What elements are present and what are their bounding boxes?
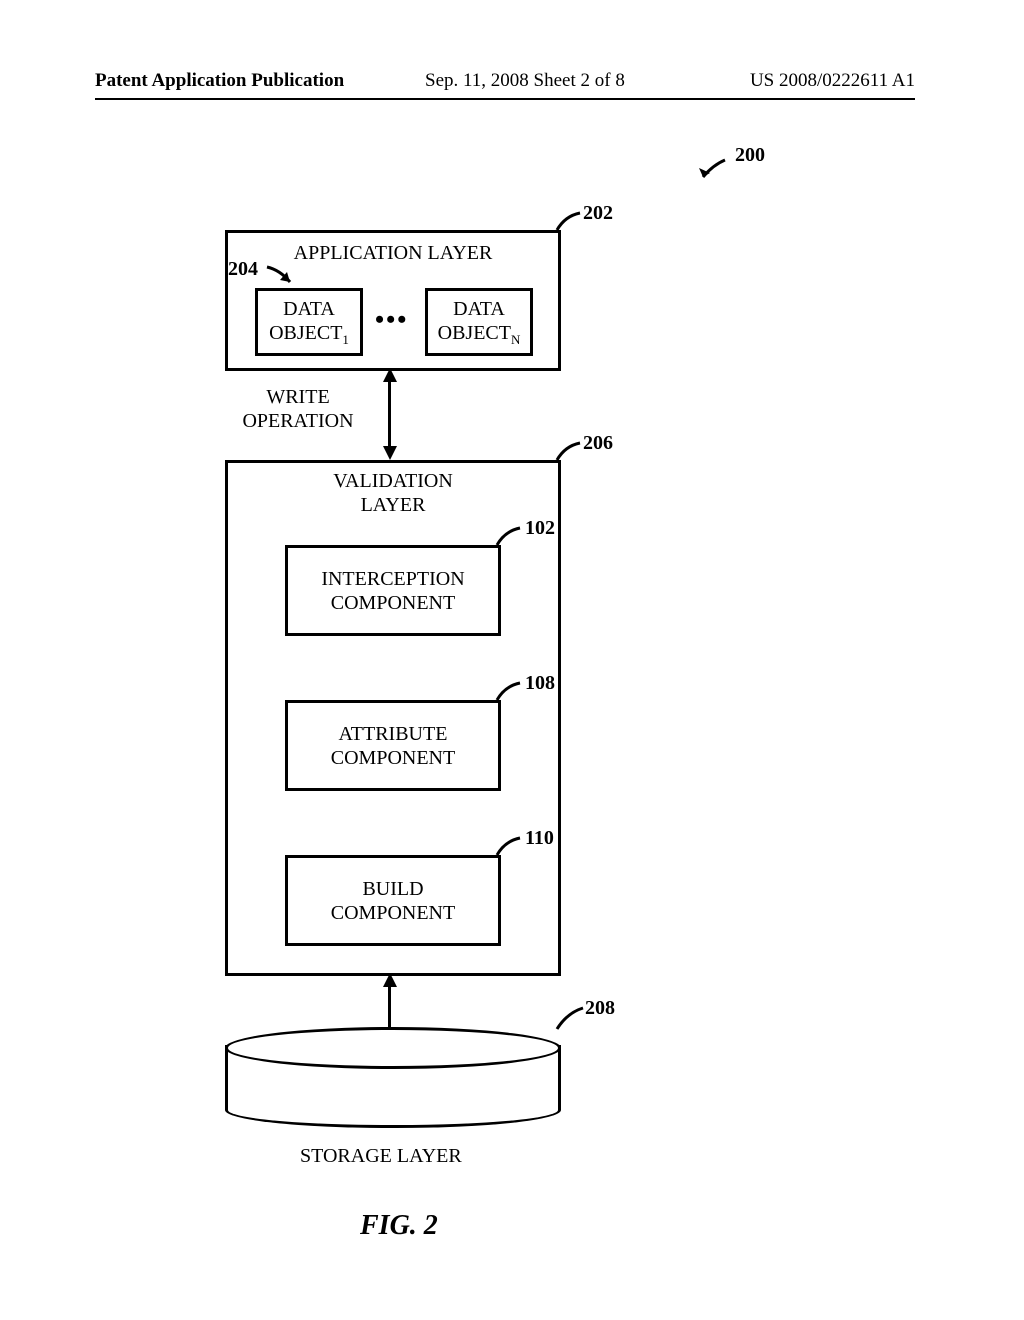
ref-108: 108	[525, 672, 555, 695]
header-publication: Patent Application Publication	[95, 70, 344, 92]
page-header: Patent Application Publication Sep. 11, …	[0, 70, 1024, 100]
write-operation-label: WRITE OPERATION	[233, 385, 363, 433]
ref-200: 200	[735, 144, 765, 167]
figure-diagram: 200 APPLICATION LAYER 202 204 DATA OBJEC…	[170, 140, 870, 1140]
ref-202: 202	[583, 202, 613, 225]
ref-102: 102	[525, 517, 555, 540]
data-object-1-box: DATA OBJECT1	[255, 288, 363, 356]
data-object-n-box: DATA OBJECTN	[425, 288, 533, 356]
data-object-n-label: DATA OBJECTN	[438, 297, 521, 348]
figure-number: FIG. 2	[360, 1210, 438, 1242]
ref-204: 204	[228, 258, 258, 281]
ref-200-lead	[695, 155, 735, 185]
build-component-label: BUILD COMPONENT	[331, 877, 455, 925]
ref-204-lead	[265, 262, 300, 287]
build-component-box: BUILD COMPONENT	[285, 855, 501, 946]
ref-208: 208	[585, 997, 615, 1020]
attribute-component-label: ATTRIBUTE COMPONENT	[331, 722, 455, 770]
data-object-ellipsis: •••	[375, 305, 408, 335]
interception-component-box: INTERCEPTION COMPONENT	[285, 545, 501, 636]
header-pub-number: US 2008/0222611 A1	[750, 70, 915, 92]
storage-layer-cylinder	[225, 1045, 555, 1130]
interception-component-label: INTERCEPTION COMPONENT	[321, 567, 464, 615]
ref-206: 206	[583, 432, 613, 455]
validation-layer-title: VALIDATION LAYER	[228, 469, 558, 517]
header-date-sheet: Sep. 11, 2008 Sheet 2 of 8	[425, 70, 625, 92]
attribute-component-box: ATTRIBUTE COMPONENT	[285, 700, 501, 791]
storage-layer-label: STORAGE LAYER	[300, 1145, 462, 1168]
data-object-1-label: DATA OBJECT1	[269, 297, 349, 348]
ref-110: 110	[525, 827, 554, 850]
